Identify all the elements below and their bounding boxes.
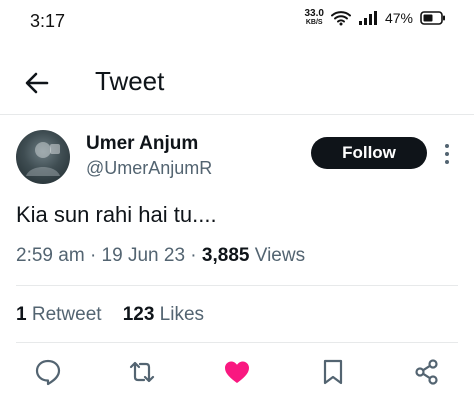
retweets-label: Retweet: [31, 304, 102, 325]
bookmark-icon[interactable]: [318, 357, 348, 387]
status-icons: 33.0 KB/S 47%: [305, 9, 447, 27]
retweets-count: 1: [16, 304, 27, 325]
signal-icon: [358, 11, 377, 25]
stats-divider: [16, 342, 458, 343]
tweet-text: Kia sun rahi hai tu....: [16, 202, 217, 227]
battery-percent: 47%: [384, 10, 413, 26]
retweet-icon[interactable]: [127, 357, 157, 387]
tweet-time: 2:59 am: [16, 245, 85, 266]
avatar[interactable]: [16, 130, 70, 184]
network-speed-value: 33.0: [304, 8, 324, 19]
header-divider: [0, 114, 474, 115]
meta-separator: ·: [89, 245, 97, 266]
tweet-meta: 2:59 am · 19 Jun 23 · 3,885 Views: [16, 245, 305, 267]
tweet-date: 19 Jun 23: [101, 245, 186, 266]
network-speed: 33.0 KB/S: [305, 9, 324, 27]
page-title: Tweet: [95, 66, 165, 96]
battery-icon: [420, 11, 445, 25]
author-handle[interactable]: @UmerAnjumR: [86, 158, 212, 179]
likes-count: 123: [122, 304, 155, 325]
reply-icon[interactable]: [33, 357, 63, 387]
back-arrow-icon[interactable]: [22, 68, 52, 98]
views-count: 3,885: [201, 245, 250, 266]
likes-label: Likes: [159, 304, 205, 325]
share-icon[interactable]: [412, 357, 442, 387]
more-options-icon[interactable]: [440, 142, 454, 166]
meta-separator: ·: [190, 245, 197, 266]
author-name[interactable]: Umer Anjum: [86, 133, 198, 155]
likes-stat[interactable]: 123 Likes: [123, 304, 204, 325]
follow-button[interactable]: Follow: [311, 137, 427, 169]
top-app-bar: Tweet: [0, 56, 474, 112]
status-bar: 3:17 33.0 KB/S 47%: [0, 0, 474, 44]
meta-divider: [16, 285, 458, 286]
network-speed-unit: KB/S: [305, 19, 323, 26]
wifi-icon: [330, 11, 351, 26]
status-time: 3:17: [30, 11, 66, 31]
views-label: Views: [254, 245, 306, 266]
like-icon[interactable]: [222, 357, 252, 387]
avatar-image: [26, 142, 60, 176]
tweet-stats: 1 Retweet 123 Likes: [16, 304, 204, 326]
retweets-stat[interactable]: 1 Retweet: [16, 304, 102, 325]
